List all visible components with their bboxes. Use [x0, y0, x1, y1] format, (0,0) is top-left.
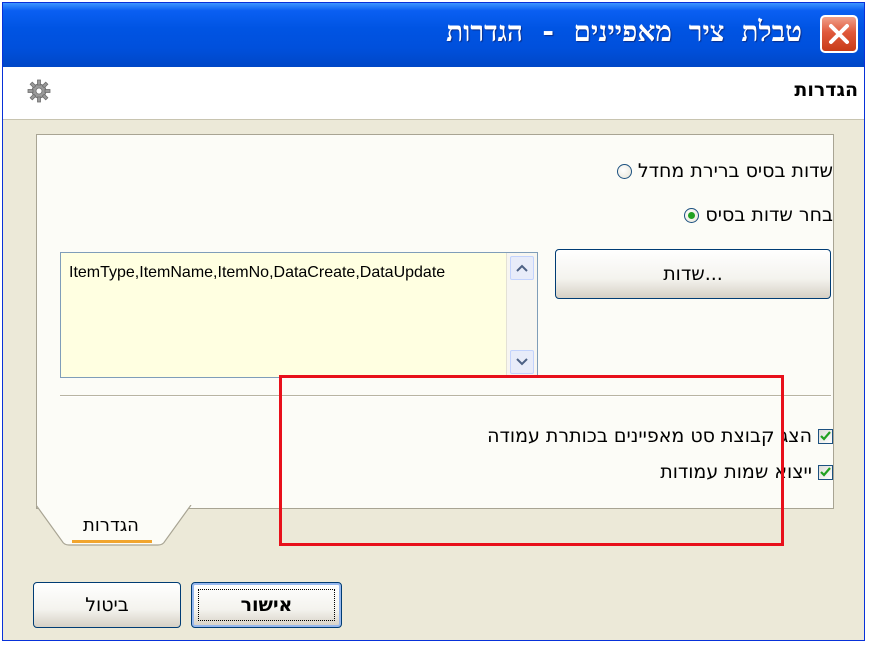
chevron-down-icon	[516, 358, 528, 366]
fields-textbox[interactable]: ItemType,ItemName,ItemNo,DataCreate,Data…	[60, 252, 538, 378]
fields-textbox-value: ItemType,ItemName,ItemNo,DataCreate,Data…	[69, 264, 446, 281]
textbox-scrollbar[interactable]	[506, 253, 537, 377]
radio-choose-fields[interactable]: בחר שדות בסיס	[684, 201, 833, 229]
radio-default-fields-button[interactable]	[616, 163, 632, 179]
radio-choose-fields-button[interactable]	[684, 207, 700, 223]
radio-default-fields[interactable]: שדות בסיס ברירת מחדל	[616, 157, 833, 185]
settings-header: הגדרות	[3, 67, 864, 120]
tab-active-indicator	[72, 540, 152, 543]
close-button[interactable]	[820, 15, 858, 53]
fields-button[interactable]: שדות...	[555, 249, 831, 299]
check-export-names-box[interactable]	[818, 464, 833, 480]
radio-default-fields-label: שדות בסיס ברירת מחדל	[637, 160, 833, 182]
header-title: הגדרות	[794, 79, 858, 101]
check-show-group-box[interactable]	[818, 428, 833, 444]
scroll-down-button[interactable]	[510, 350, 534, 374]
title-bar[interactable]: טבלת ציר מאפיינים - הגדרות	[3, 3, 864, 67]
chevron-up-icon	[516, 264, 528, 272]
radio-choose-fields-label: בחר שדות בסיס	[705, 204, 833, 226]
tab-settings-label: הגדרות	[83, 515, 139, 536]
cancel-button[interactable]: ביטול	[33, 582, 181, 628]
highlight-annotation-box	[279, 375, 784, 546]
window-title: טבלת ציר מאפיינים - הגדרות	[446, 15, 802, 48]
gear-icon	[27, 79, 51, 107]
close-icon	[829, 24, 849, 44]
checkmark-icon	[820, 430, 831, 441]
ok-button[interactable]: אישור	[191, 582, 342, 628]
scroll-up-button[interactable]	[510, 256, 534, 280]
checkmark-icon	[820, 466, 831, 477]
